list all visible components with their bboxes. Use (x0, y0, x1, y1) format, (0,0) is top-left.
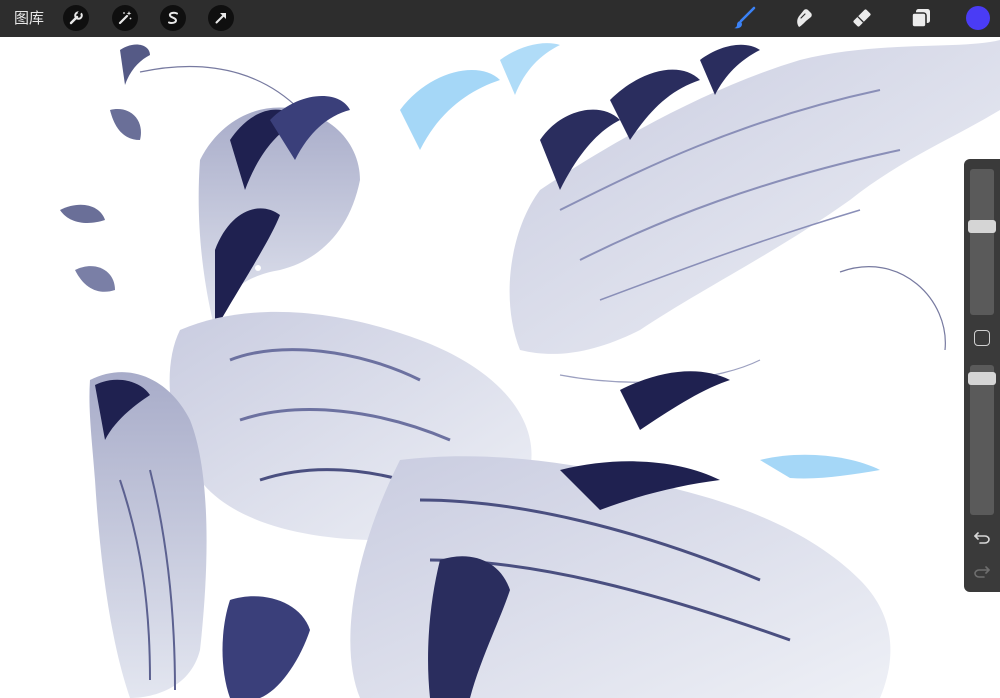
current-color-swatch[interactable] (966, 6, 990, 30)
modify-button[interactable] (974, 330, 990, 346)
brush-size-slider[interactable] (968, 169, 996, 315)
transform-arrow-icon[interactable] (208, 5, 234, 31)
smudge-icon[interactable] (790, 5, 816, 31)
canvas-artwork[interactable] (0, 37, 1000, 698)
side-panel (964, 159, 1000, 592)
eraser-icon[interactable] (849, 5, 875, 31)
adjustments-wand-icon[interactable] (112, 5, 138, 31)
layers-icon[interactable] (908, 5, 934, 31)
actions-wrench-icon[interactable] (63, 5, 89, 31)
undo-icon[interactable] (970, 527, 994, 547)
brush-size-thumb[interactable] (968, 220, 996, 233)
opacity-slider[interactable] (968, 365, 996, 515)
redo-icon[interactable] (970, 561, 994, 581)
gallery-button[interactable]: 图库 (14, 8, 44, 28)
brush-icon[interactable] (732, 5, 758, 31)
selection-s-icon[interactable] (160, 5, 186, 31)
opacity-thumb[interactable] (968, 372, 996, 385)
top-toolbar: 图库 (0, 0, 1000, 37)
